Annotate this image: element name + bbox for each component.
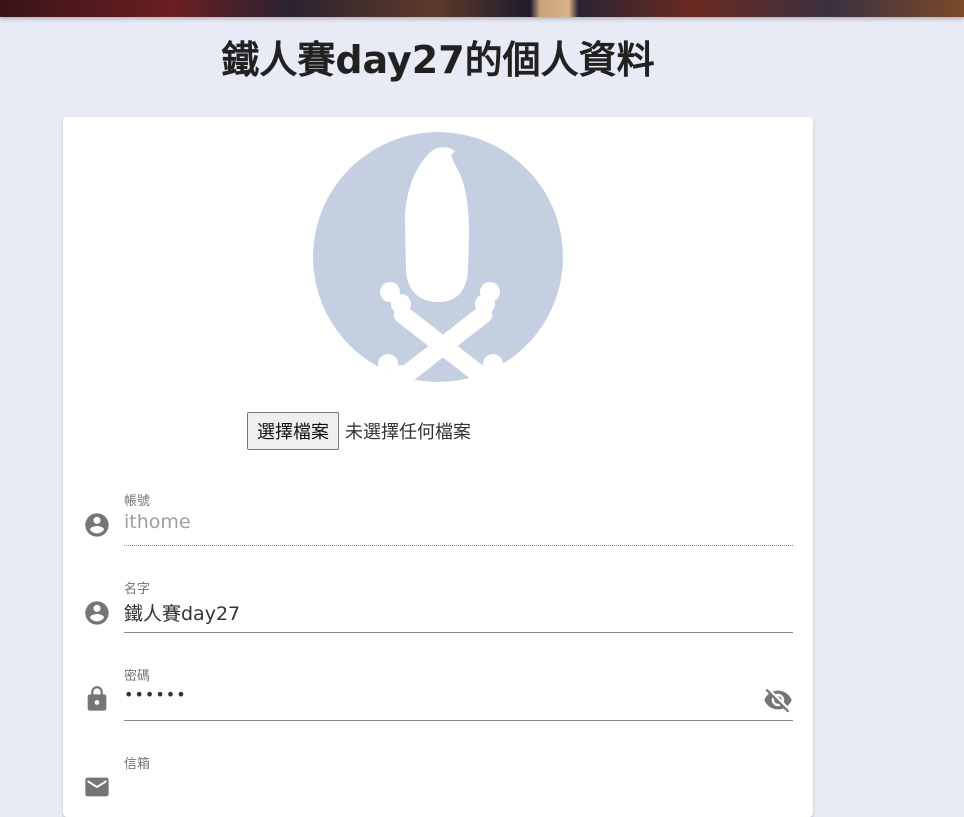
password-underline [124,720,793,721]
choose-file-button[interactable]: 選擇檔案 [247,412,339,450]
file-input: 選擇檔案 未選擇任何檔案 [247,412,471,450]
name-field[interactable]: 名字 鐵人賽day27 [83,575,793,637]
page-title: 鐵人賽day27的個人資料 [221,38,655,82]
account-label: 帳號 [124,494,151,509]
skull-crossbones-icon [313,132,563,382]
account-circle-icon [85,601,109,625]
avatar [313,132,563,382]
email-label: 信箱 [124,757,151,772]
account-field: 帳號 ithome [83,487,793,549]
password-field[interactable]: 密碼 •••••• [83,663,793,725]
password-input[interactable]: •••••• [124,685,187,704]
email-icon [85,777,109,797]
file-status-text: 未選擇任何檔案 [345,422,471,443]
header-banner-image [0,0,964,17]
password-label: 密碼 [124,669,151,684]
email-field[interactable]: 信箱 [83,751,793,813]
lock-icon [87,686,107,711]
account-underline [124,545,793,546]
eye-off-icon[interactable] [763,685,793,715]
account-circle-icon [85,513,109,537]
profile-card: 選擇檔案 未選擇任何檔案 帳號 ithome 名字 鐵人賽day27 密碼 ••… [63,117,813,817]
name-input[interactable]: 鐵人賽day27 [124,599,240,626]
name-label: 名字 [124,582,151,597]
name-underline [124,632,793,633]
account-value: ithome [124,511,191,533]
